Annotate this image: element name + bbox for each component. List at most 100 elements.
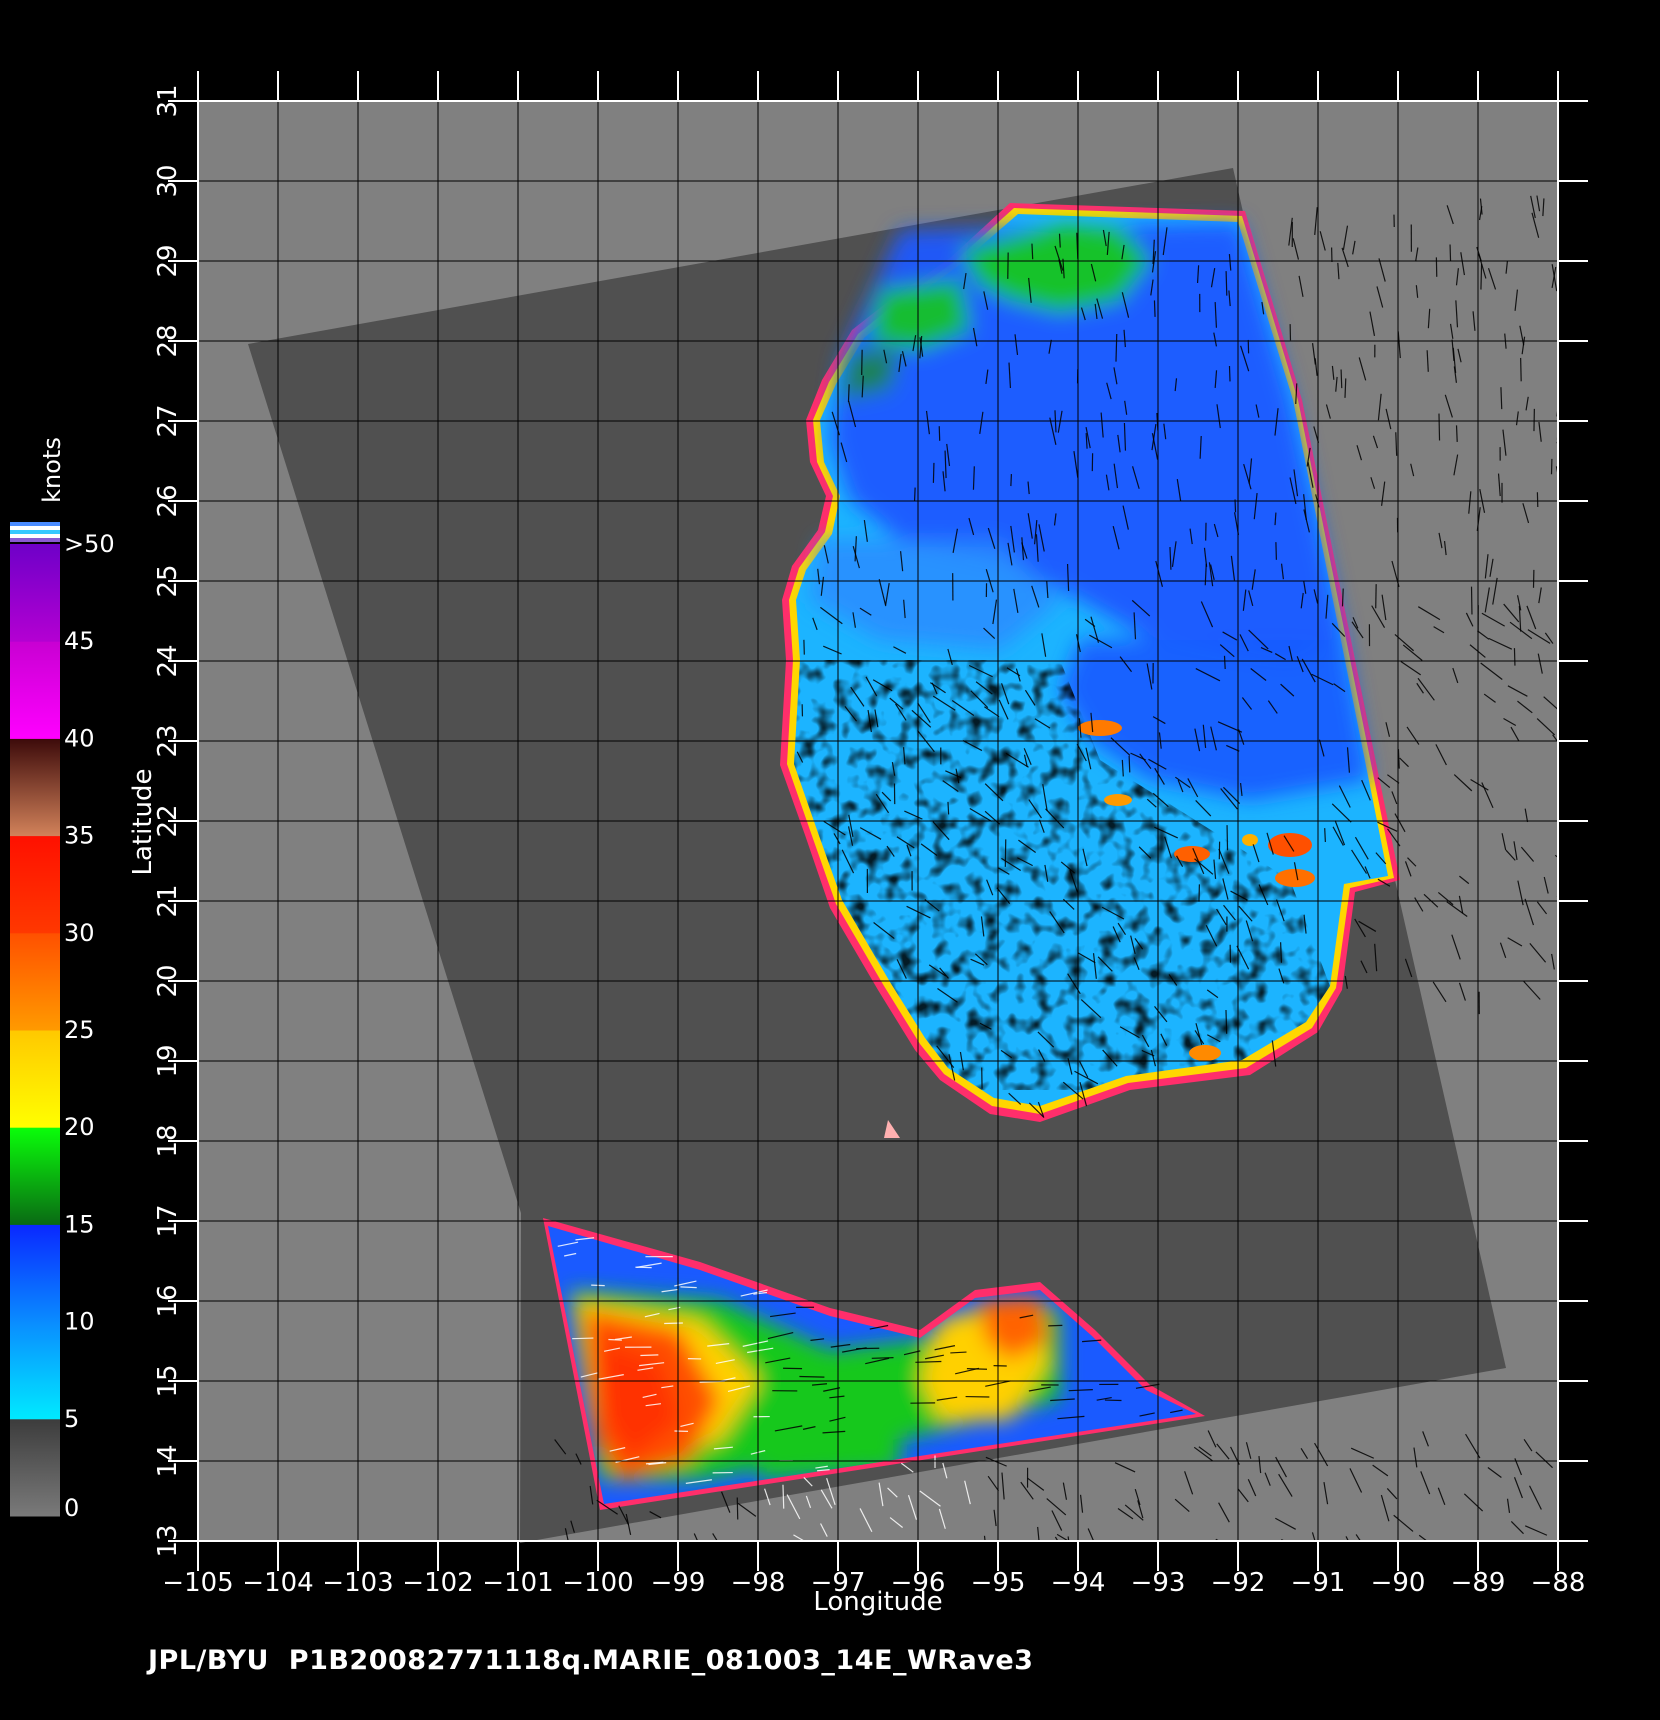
wind-vector [1480,263,1483,290]
lat-tick-label: 18 [153,1124,183,1157]
footer-product-id: JPL/BYU P1B20082771118q.MARIE_081003_14E… [148,1645,1034,1676]
lat-tick-label: 25 [153,564,183,597]
y-axis-title: Latitude [128,768,158,875]
wind-vector [680,1286,697,1289]
lat-tick-label: 17 [153,1204,183,1237]
lon-tick-label: −99 [651,1568,706,1598]
wind-vector [1128,755,1131,773]
wind-vector [1344,378,1347,398]
wind-vector [947,801,950,815]
wind-vector [1520,357,1522,382]
lon-tick-label: −101 [482,1568,553,1598]
legend-label: 35 [64,822,95,850]
legend-band [10,544,60,642]
wind-vector [799,1375,825,1378]
lon-tick-label: −104 [242,1568,313,1598]
wind-map: −105 −104 −103 −102 −101 −100 −99 −98 −97 −96 −95−… [10,71,1588,1617]
lon-tick-label: −90 [1371,1568,1426,1598]
wind-vector [1558,1455,1563,1470]
wind-vector [1438,413,1441,441]
legend-label: 30 [64,919,95,947]
legend-cap-stripe [10,526,60,530]
wind-vector [847,384,850,402]
legend-band [10,1127,60,1225]
x-axis-title: Longitude [813,1587,942,1617]
legend-label: 0 [64,1494,79,1522]
legend-label: 5 [64,1405,79,1433]
wind-vector [1340,369,1343,389]
lon-tick-label: −98 [731,1568,786,1598]
legend-label: 45 [64,627,95,655]
legend-cap-stripe [10,538,60,542]
lat-tick-label: 16 [153,1284,183,1317]
wind-vector [1500,387,1503,410]
wind-vector [572,1337,594,1340]
legend-title: knots [38,437,66,503]
lat-tick-label: 23 [153,724,183,757]
wind-vector [1280,942,1283,963]
wind-vector [915,1360,942,1363]
legend-label: 15 [64,1210,95,1238]
legend-band [10,1418,60,1517]
wind-vector [1223,655,1226,670]
legend-band [10,835,60,934]
wind-vector [1455,425,1458,442]
legend-label: >50 [64,530,115,558]
wind-vector [932,462,935,483]
lon-tick-label: −94 [1051,1568,1106,1598]
wind-vector [1228,365,1231,382]
legend-band [10,641,60,739]
legend-band [10,738,60,837]
lon-tick-label: −92 [1211,1568,1266,1598]
lat-tick-label: 27 [153,404,183,437]
legend-cap-stripe [10,522,60,526]
legend-label: 20 [64,1113,95,1141]
wind-vector [1031,243,1034,260]
wind-vector [1058,233,1061,248]
legend-label: 25 [64,1016,95,1044]
legend-label: 40 [64,724,95,752]
lon-tick-label: −93 [1131,1568,1186,1598]
lat-tick-label: 14 [153,1444,183,1477]
lat-tick-label: 30 [153,164,183,197]
wind-vector [1225,1009,1228,1034]
lon-tick-label: −103 [322,1568,393,1598]
lat-tick-label: 13 [153,1524,183,1557]
wind-vector [640,1354,659,1357]
lat-tick-label: 31 [153,84,183,117]
lon-tick-label: −89 [1451,1568,1506,1598]
wind-vector [1397,749,1400,769]
wind-vector [913,487,916,501]
wind-vector [1153,300,1156,317]
lat-tick-label: 15 [153,1364,183,1397]
lat-tick-label: 26 [153,484,183,517]
wind-vector [966,1367,988,1370]
legend-band [10,1321,60,1420]
legend-cap-stripe [10,530,60,534]
legend-band [10,1224,60,1323]
wind-vector [1115,333,1118,362]
wind-vector [1324,828,1326,843]
lon-tick-label: −91 [1291,1568,1346,1598]
lat-tick-label: 28 [153,324,183,357]
wind-vector [1010,474,1012,487]
lon-tick-label: −105 [162,1568,233,1598]
wind-speed-legend: 0 5 10 15 20 25 30 35 40 45 >50 knots [10,437,115,1522]
legend-cap-stripe [10,534,60,538]
legend-band [10,932,60,1031]
lon-tick-label: −102 [402,1568,473,1598]
lat-tick-label: 19 [153,1044,183,1077]
legend-label: 10 [64,1308,95,1336]
wind-vector [1513,648,1516,666]
legend-band [10,1030,60,1128]
lon-tick-label: −95 [971,1568,1026,1598]
lat-tick-label: 20 [153,964,183,997]
wind-vector [782,1484,785,1509]
lat-tick-label: 21 [153,884,183,917]
lat-tick-label: 24 [153,644,183,677]
wind-vector [1225,271,1228,296]
lon-tick-label: −88 [1531,1568,1586,1598]
lon-tick-label: −100 [562,1568,633,1598]
wind-vector [871,1357,894,1359]
wind-vector [1341,588,1344,607]
